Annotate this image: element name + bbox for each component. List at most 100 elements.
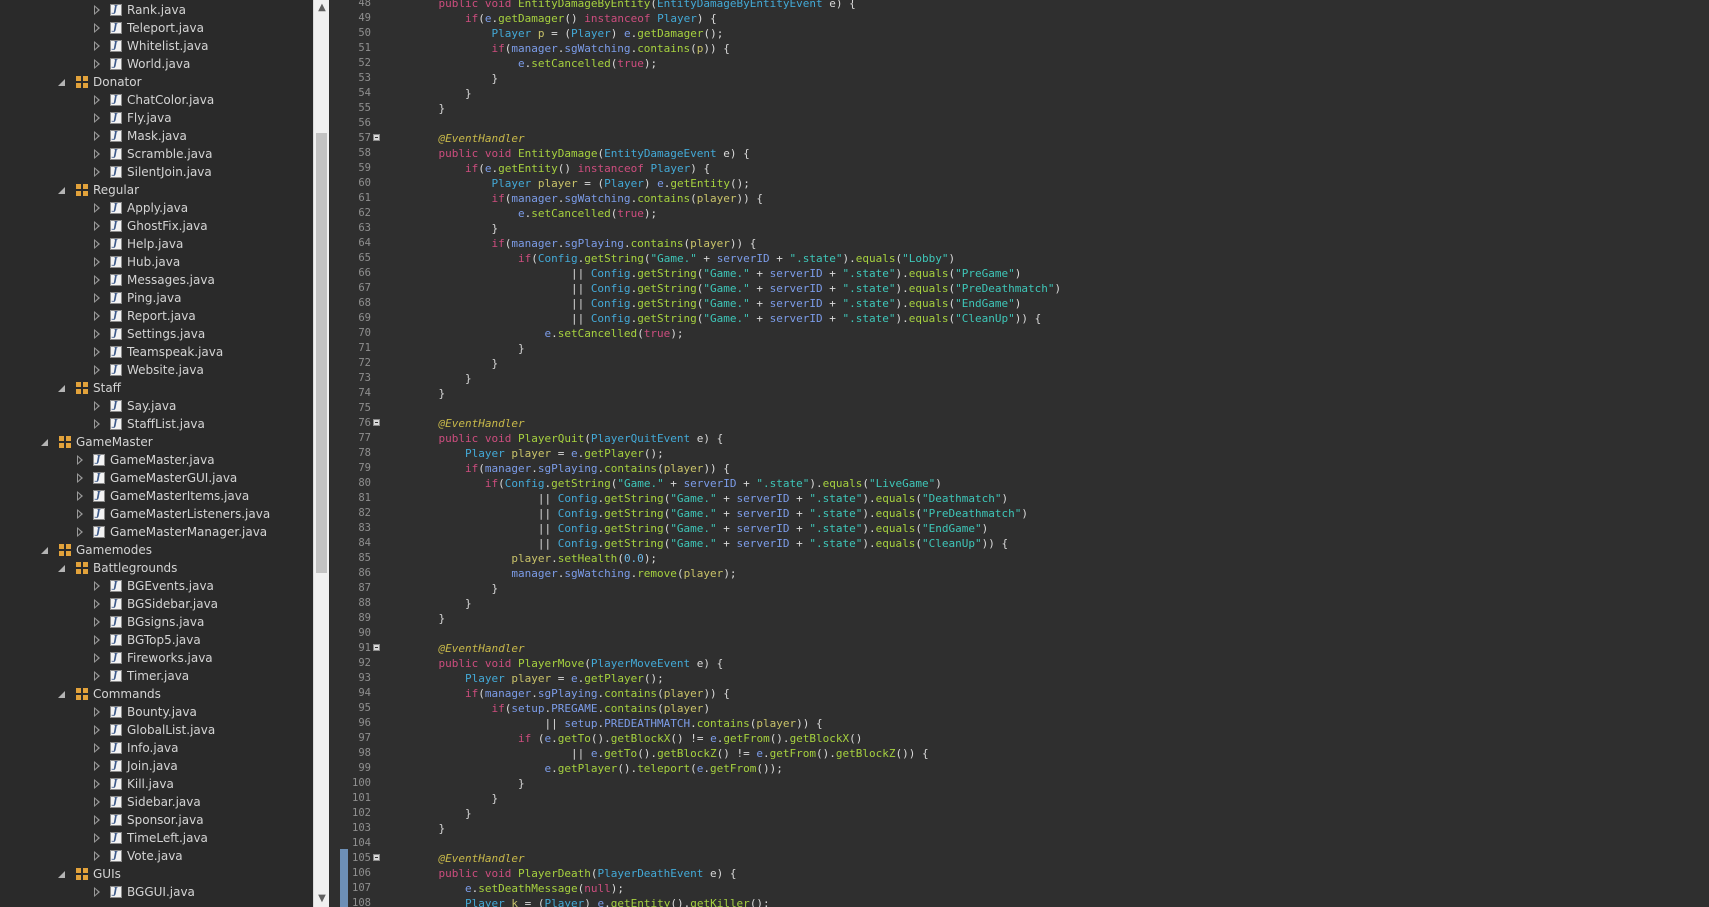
tree-item-file[interactable]: Apply.java	[0, 199, 312, 217]
package-explorer-scrollbar[interactable]: ▲ ▼	[313, 0, 329, 907]
tree-item-file[interactable]: StaffList.java	[0, 415, 312, 433]
collapsed-arrow-icon[interactable]	[94, 221, 100, 231]
code-line[interactable]: 94 if(manager.sgPlaying.contains(player)…	[330, 686, 1709, 701]
collapsed-arrow-icon[interactable]	[94, 113, 100, 123]
tree-item-file[interactable]: World.java	[0, 55, 312, 73]
expanded-arrow-icon[interactable]	[58, 565, 65, 572]
collapsed-arrow-icon[interactable]	[94, 347, 100, 357]
java-code-editor[interactable]: 48 public void EntityDamageByEntity(Enti…	[330, 0, 1709, 907]
tree-item-file[interactable]: BGSidebar.java	[0, 595, 312, 613]
tree-item-file[interactable]: GameMasterManager.java	[0, 523, 312, 541]
fold-collapse-icon[interactable]	[373, 854, 380, 861]
collapsed-arrow-icon[interactable]	[94, 275, 100, 285]
code-line[interactable]: 65 if(Config.getString("Game." + serverI…	[330, 251, 1709, 266]
tree-item-file[interactable]: Mask.java	[0, 127, 312, 145]
collapsed-arrow-icon[interactable]	[77, 509, 83, 519]
expanded-arrow-icon[interactable]	[58, 691, 65, 698]
collapsed-arrow-icon[interactable]	[94, 203, 100, 213]
tree-item-file[interactable]: BGGUI.java	[0, 883, 312, 901]
collapsed-arrow-icon[interactable]	[94, 95, 100, 105]
tree-item-package[interactable]: Gamemodes	[0, 541, 312, 559]
code-line[interactable]: 79 if(manager.sgPlaying.contains(player)…	[330, 461, 1709, 476]
code-line[interactable]: 72 }	[330, 356, 1709, 371]
code-line[interactable]: 87 }	[330, 581, 1709, 596]
code-line[interactable]: 50 Player p = (Player) e.getDamager();	[330, 26, 1709, 41]
code-line[interactable]: 53 }	[330, 71, 1709, 86]
code-line[interactable]: 69 || Config.getString("Game." + serverI…	[330, 311, 1709, 326]
collapsed-arrow-icon[interactable]	[94, 761, 100, 771]
tree-item-package[interactable]: GameMaster	[0, 433, 312, 451]
tree-item-file[interactable]: Fly.java	[0, 109, 312, 127]
code-line[interactable]: 105 @EventHandler	[330, 851, 1709, 866]
code-line[interactable]: 74 }	[330, 386, 1709, 401]
collapsed-arrow-icon[interactable]	[94, 599, 100, 609]
expanded-arrow-icon[interactable]	[58, 187, 65, 194]
tree-item-file[interactable]: Scramble.java	[0, 145, 312, 163]
code-line[interactable]: 48 public void EntityDamageByEntity(Enti…	[330, 0, 1709, 11]
tree-item-file[interactable]: Ping.java	[0, 289, 312, 307]
tree-item-file[interactable]: Sponsor.java	[0, 811, 312, 829]
code-line[interactable]: 59 if(e.getEntity() instanceof Player) {	[330, 161, 1709, 176]
code-line[interactable]: 81 || Config.getString("Game." + serverI…	[330, 491, 1709, 506]
code-line[interactable]: 88 }	[330, 596, 1709, 611]
tree-item-file[interactable]: Hub.java	[0, 253, 312, 271]
collapsed-arrow-icon[interactable]	[94, 149, 100, 159]
collapsed-arrow-icon[interactable]	[94, 167, 100, 177]
collapsed-arrow-icon[interactable]	[77, 473, 83, 483]
fold-collapse-icon[interactable]	[373, 419, 380, 426]
code-line[interactable]: 56	[330, 116, 1709, 131]
collapsed-arrow-icon[interactable]	[94, 41, 100, 51]
code-line[interactable]: 66 || Config.getString("Game." + serverI…	[330, 266, 1709, 281]
tree-item-file[interactable]: Join.java	[0, 757, 312, 775]
code-line[interactable]: 96 || setup.PREDEATHMATCH.contains(playe…	[330, 716, 1709, 731]
code-line[interactable]: 93 Player player = e.getPlayer();	[330, 671, 1709, 686]
collapsed-arrow-icon[interactable]	[94, 23, 100, 33]
code-line[interactable]: 73 }	[330, 371, 1709, 386]
code-line[interactable]: 68 || Config.getString("Game." + serverI…	[330, 296, 1709, 311]
code-line[interactable]: 75	[330, 401, 1709, 416]
collapsed-arrow-icon[interactable]	[94, 653, 100, 663]
code-line[interactable]: 78 Player player = e.getPlayer();	[330, 446, 1709, 461]
tree-item-file[interactable]: SilentJoin.java	[0, 163, 312, 181]
code-line[interactable]: 67 || Config.getString("Game." + serverI…	[330, 281, 1709, 296]
tree-item-file[interactable]: Info.java	[0, 739, 312, 757]
tree-item-file[interactable]: Teamspeak.java	[0, 343, 312, 361]
code-line[interactable]: 70 e.setCancelled(true);	[330, 326, 1709, 341]
code-line[interactable]: 77 public void PlayerQuit(PlayerQuitEven…	[330, 431, 1709, 446]
collapsed-arrow-icon[interactable]	[94, 851, 100, 861]
fold-collapse-icon[interactable]	[373, 134, 380, 141]
collapsed-arrow-icon[interactable]	[94, 743, 100, 753]
code-line[interactable]: 55 }	[330, 101, 1709, 116]
code-line[interactable]: 102 }	[330, 806, 1709, 821]
code-line[interactable]: 49 if(e.getDamager() instanceof Player) …	[330, 11, 1709, 26]
collapsed-arrow-icon[interactable]	[94, 797, 100, 807]
tree-item-file[interactable]: Bounty.java	[0, 703, 312, 721]
collapsed-arrow-icon[interactable]	[94, 329, 100, 339]
collapsed-arrow-icon[interactable]	[94, 833, 100, 843]
collapsed-arrow-icon[interactable]	[94, 887, 100, 897]
collapsed-arrow-icon[interactable]	[94, 59, 100, 69]
expanded-arrow-icon[interactable]	[58, 79, 65, 86]
code-line[interactable]: 89 }	[330, 611, 1709, 626]
collapsed-arrow-icon[interactable]	[77, 491, 83, 501]
tree-item-package[interactable]: Regular	[0, 181, 312, 199]
collapsed-arrow-icon[interactable]	[94, 311, 100, 321]
collapsed-arrow-icon[interactable]	[94, 401, 100, 411]
code-line[interactable]: 64 if(manager.sgPlaying.contains(player)…	[330, 236, 1709, 251]
tree-item-file[interactable]: Kill.java	[0, 775, 312, 793]
code-line[interactable]: 82 || Config.getString("Game." + serverI…	[330, 506, 1709, 521]
code-line[interactable]: 107 e.setDeathMessage(null);	[330, 881, 1709, 896]
code-line[interactable]: 80 if(Config.getString("Game." + serverI…	[330, 476, 1709, 491]
scrollbar-thumb[interactable]	[316, 133, 327, 573]
code-line[interactable]: 98 || e.getTo().getBlockZ() != e.getFrom…	[330, 746, 1709, 761]
tree-item-file[interactable]: Settings.java	[0, 325, 312, 343]
tree-item-file[interactable]: GlobalList.java	[0, 721, 312, 739]
code-line[interactable]: 103 }	[330, 821, 1709, 836]
collapsed-arrow-icon[interactable]	[94, 617, 100, 627]
code-line[interactable]: 58 public void EntityDamage(EntityDamage…	[330, 146, 1709, 161]
code-line[interactable]: 101 }	[330, 791, 1709, 806]
code-line[interactable]: 61 if(manager.sgWatching.contains(player…	[330, 191, 1709, 206]
collapsed-arrow-icon[interactable]	[94, 239, 100, 249]
tree-item-file[interactable]: GameMasterItems.java	[0, 487, 312, 505]
collapsed-arrow-icon[interactable]	[77, 527, 83, 537]
